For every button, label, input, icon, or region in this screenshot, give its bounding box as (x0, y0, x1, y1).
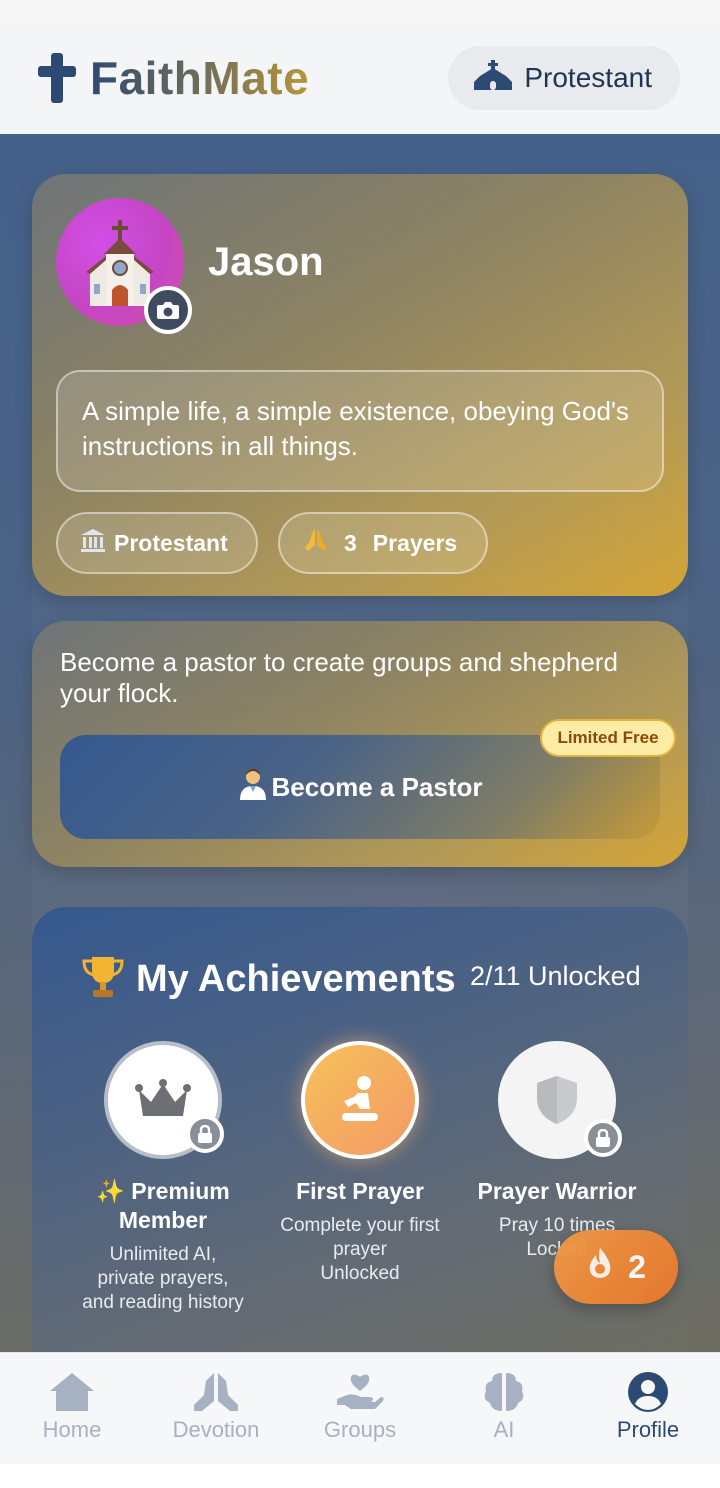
tab-home[interactable]: Home (0, 1353, 144, 1464)
prayers-chip: 3 Prayers (278, 512, 488, 574)
tab-label: Home (42, 1417, 102, 1442)
tab-label: Groups (323, 1417, 397, 1442)
tab-devotion[interactable]: Devotion (144, 1353, 288, 1464)
become-pastor-label: Become a Pastor (271, 771, 483, 802)
app-name: FaithMate (90, 52, 310, 104)
app-header: FaithMate Protestant (0, 22, 720, 134)
tab-label: Profile (616, 1417, 680, 1442)
praying-hands-icon (304, 527, 328, 559)
profile-bio[interactable]: A simple life, a simple existence, obeyi… (56, 370, 664, 492)
praying-hands-icon (194, 1373, 238, 1411)
tab-profile[interactable]: Profile (576, 1353, 720, 1464)
achievement-status: Unlocked (320, 1263, 400, 1284)
profile-card: Jason A simple life, a simple existence,… (32, 174, 688, 596)
church-icon (474, 59, 513, 97)
kneeling-prayer-icon (342, 1076, 378, 1121)
tab-groups[interactable]: Groups (288, 1353, 432, 1464)
change-photo-button[interactable] (144, 286, 192, 334)
flame-icon (586, 1247, 614, 1287)
bottom-tab-bar: Home Devotion Groups AI Profile (0, 1352, 720, 1464)
pastor-card: Become a pastor to create groups and she… (32, 621, 688, 867)
status-bar (0, 0, 720, 22)
denomination-selector[interactable]: Protestant (448, 46, 680, 110)
limited-free-badge: Limited Free (540, 719, 676, 757)
achievements-heading: My Achievements (136, 958, 456, 1000)
camera-icon (157, 302, 179, 319)
denomination-chip: Protestant (56, 512, 258, 574)
achievements-title: My Achievements (80, 955, 456, 1004)
tab-label: Devotion (172, 1417, 260, 1442)
profile-name: Jason (208, 240, 324, 284)
pastor-icon (238, 768, 268, 807)
streak-count: 2 (628, 1248, 646, 1285)
achievement-name: ✨ Premium Member (96, 1178, 230, 1233)
achievement-first-prayer[interactable]: First Prayer Complete your first prayer … (278, 1041, 442, 1286)
crown-icon (135, 1079, 191, 1116)
pastor-description: Become a pastor to create groups and she… (60, 647, 618, 708)
brand[interactable]: FaithMate (38, 51, 309, 105)
classical-building-icon (80, 528, 106, 558)
achievement-desc: Complete your first prayer (280, 1215, 440, 1260)
lock-icon (584, 1119, 622, 1157)
prayer-count: 3 (344, 529, 357, 556)
lock-icon (186, 1115, 224, 1153)
home-icon (50, 1373, 94, 1411)
shield-icon (537, 1076, 577, 1124)
cross-icon (38, 53, 76, 103)
achievement-name: First Prayer (296, 1178, 424, 1204)
trophy-icon (80, 955, 126, 1004)
achievement-premium-member[interactable]: ✨ Premium Member Unlimited AI, private p… (81, 1041, 245, 1315)
achievements-count: 2/11 Unlocked (470, 961, 641, 991)
prayer-label: Prayers (372, 529, 458, 556)
achievement-prayer-warrior[interactable]: Prayer Warrior Pray 10 times Locked (475, 1041, 639, 1262)
streak-button[interactable]: 2 (554, 1230, 678, 1304)
user-circle-icon (628, 1372, 668, 1412)
heart-hand-icon (337, 1374, 384, 1409)
denomination-chip-label: Protestant (114, 529, 228, 556)
achievement-desc: Unlimited AI, private prayers, and readi… (82, 1244, 244, 1313)
tab-ai[interactable]: AI (432, 1353, 576, 1464)
achievement-name: Prayer Warrior (477, 1178, 637, 1204)
brain-icon (484, 1373, 524, 1411)
tab-label: AI (493, 1417, 515, 1442)
denomination-label: Protestant (524, 62, 652, 93)
